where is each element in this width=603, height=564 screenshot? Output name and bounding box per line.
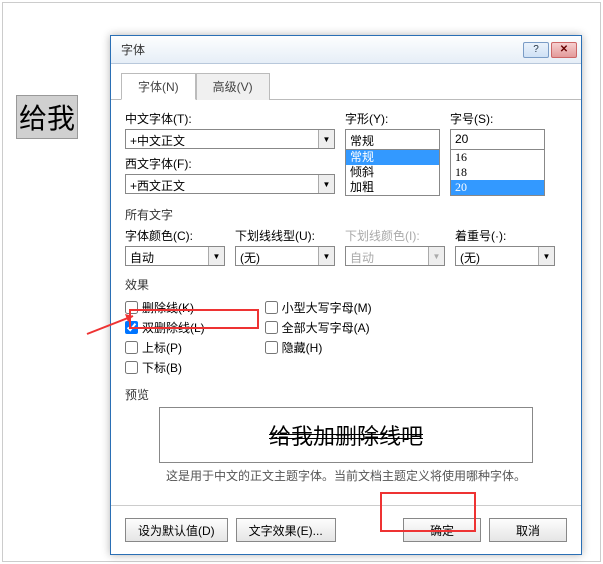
close-button[interactable]: ✕ <box>551 42 577 58</box>
list-item[interactable]: 20 <box>451 180 544 195</box>
subscript-checkbox[interactable]: 下标(B) <box>125 359 205 376</box>
set-default-button[interactable]: 设为默认值(D) <box>125 518 228 542</box>
preview-label: 预览 <box>125 386 567 403</box>
annotation-arrow-icon <box>85 308 140 338</box>
hidden-checkbox[interactable]: 隐藏(H) <box>265 339 372 356</box>
all-text-label: 所有文字 <box>125 206 567 223</box>
tab-advanced[interactable]: 高级(V) <box>196 73 270 100</box>
font-color-label: 字体颜色(C): <box>125 227 225 244</box>
chinese-font-label: 中文字体(T): <box>125 110 335 127</box>
underline-style-combo[interactable]: (无) ▼ <box>235 246 335 266</box>
underline-style-label: 下划线线型(U): <box>235 227 335 244</box>
list-item[interactable]: 16 <box>451 150 544 165</box>
underline-color-combo: 自动 ▼ <box>345 246 445 266</box>
dropdown-arrow-icon: ▼ <box>208 247 224 265</box>
dialog-body: 中文字体(T): +中文正文 ▼ 西文字体(F): +西文正文 ▼ 字形(Y):… <box>111 100 581 505</box>
dropdown-arrow-icon: ▼ <box>318 247 334 265</box>
font-dialog: 字体 ? ✕ 字体(N) 高级(V) 中文字体(T): +中文正文 ▼ 西文字体… <box>110 35 582 555</box>
font-color-combo[interactable]: 自动 ▼ <box>125 246 225 266</box>
effects-label: 效果 <box>125 276 567 293</box>
dropdown-arrow-icon: ▼ <box>538 247 554 265</box>
western-font-combo[interactable]: +西文正文 ▼ <box>125 174 335 194</box>
list-item[interactable]: 倾斜 <box>346 165 439 180</box>
document-selection: 给我 <box>16 95 78 139</box>
cancel-button[interactable]: 取消 <box>489 518 567 542</box>
text-effects-button[interactable]: 文字效果(E)... <box>236 518 336 542</box>
list-item[interactable]: 加粗 <box>346 180 439 195</box>
superscript-checkbox[interactable]: 上标(P) <box>125 339 205 356</box>
dropdown-arrow-icon: ▼ <box>318 175 334 193</box>
font-size-label: 字号(S): <box>450 110 545 127</box>
font-style-list[interactable]: 常规 倾斜 加粗 <box>345 149 440 196</box>
emphasis-combo[interactable]: (无) ▼ <box>455 246 555 266</box>
font-style-input[interactable]: 常规 <box>345 129 440 149</box>
chinese-font-combo[interactable]: +中文正文 ▼ <box>125 129 335 149</box>
font-size-input[interactable]: 20 <box>450 129 545 149</box>
underline-color-label: 下划线颜色(I): <box>345 227 445 244</box>
emphasis-label: 着重号(·): <box>455 227 555 244</box>
dropdown-arrow-icon: ▼ <box>428 247 444 265</box>
tab-font[interactable]: 字体(N) <box>121 73 196 100</box>
preview-description: 这是用于中文的正文主题字体。当前文档主题定义将使用哪种字体。 <box>125 467 567 484</box>
allcaps-checkbox[interactable]: 全部大写字母(A) <box>265 319 372 336</box>
dialog-title: 字体 <box>121 41 523 58</box>
preview-frame: 给我加删除线吧 <box>159 407 533 463</box>
western-font-label: 西文字体(F): <box>125 155 335 172</box>
dropdown-arrow-icon: ▼ <box>318 130 334 148</box>
tab-strip: 字体(N) 高级(V) <box>111 64 581 100</box>
font-style-label: 字形(Y): <box>345 110 440 127</box>
ok-button[interactable]: 确定 <box>403 518 481 542</box>
font-size-list[interactable]: 16 18 20 <box>450 149 545 196</box>
help-button[interactable]: ? <box>523 42 549 58</box>
smallcaps-checkbox[interactable]: 小型大写字母(M) <box>265 299 372 316</box>
preview-text: 给我加删除线吧 <box>269 419 423 451</box>
list-item[interactable]: 常规 <box>346 150 439 165</box>
button-bar: 设为默认值(D) 文字效果(E)... 确定 取消 <box>111 505 581 554</box>
titlebar: 字体 ? ✕ <box>111 36 581 64</box>
list-item[interactable]: 18 <box>451 165 544 180</box>
